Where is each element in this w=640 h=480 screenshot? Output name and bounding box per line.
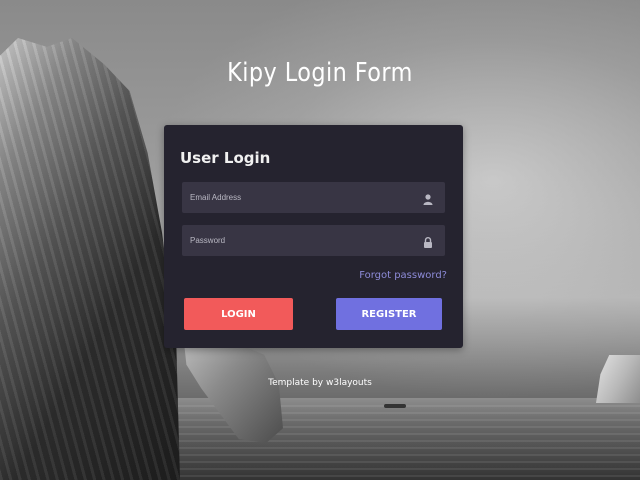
password-input[interactable] (182, 225, 412, 256)
card-title: User Login (180, 149, 271, 167)
user-icon (423, 192, 433, 205)
boat (384, 404, 406, 408)
email-field[interactable] (182, 182, 445, 213)
password-field[interactable] (182, 225, 445, 256)
footer-credit[interactable]: Template by w3layouts (0, 378, 640, 388)
login-button[interactable]: LOGIN (184, 298, 293, 330)
login-card: User Login Forgot password? LOGIN REGIST… (164, 125, 463, 348)
page-title: Kipy Login Form (227, 58, 413, 88)
register-button[interactable]: REGISTER (336, 298, 442, 330)
forgot-password-link[interactable]: Forgot password? (359, 270, 447, 281)
lock-icon (423, 235, 433, 248)
email-input[interactable] (182, 182, 412, 213)
